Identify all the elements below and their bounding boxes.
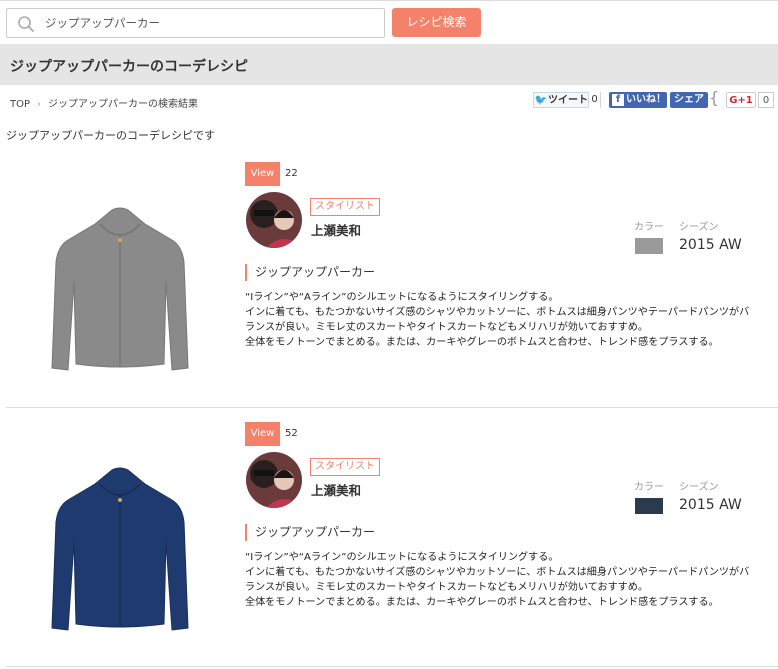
- season-value: 2015 AW: [679, 237, 742, 253]
- search-input[interactable]: [45, 14, 375, 32]
- product-image[interactable]: [40, 442, 200, 632]
- stylist-name[interactable]: 上瀬美和: [311, 220, 361, 239]
- divider: [6, 666, 778, 667]
- recipe-description: “Iライン”や“Aライン”のシルエットになるようにスタイリングする。 インに着て…: [245, 550, 775, 610]
- description-line: 全体をモノトーンでまとめる。または、カーキやグレーのボトムスと合わせ、トレンド感…: [245, 337, 719, 348]
- stylist-badge: スタイリスト: [310, 458, 380, 476]
- stylist-badge: スタイリスト: [310, 198, 380, 216]
- title-band: ジップアップパーカーのコーデレシピ: [0, 44, 778, 85]
- item-title: ジップアップパーカー: [245, 264, 375, 281]
- intro-text: ジップアップパーカーのコーデレシピです: [6, 129, 215, 142]
- facebook-like-button[interactable]: f いいね！: [609, 92, 667, 108]
- tweet-count: 0: [588, 92, 600, 108]
- description-line: 全体をモノトーンでまとめる。または、カーキやグレーのボトムスと合わせ、トレンド感…: [245, 597, 719, 608]
- view-badge: View: [245, 422, 280, 446]
- page-title: ジップアップパーカーのコーデレシピ: [10, 59, 248, 75]
- description-line: ランスが良い。ミモレ丈のスカートやタイトスカートなどもメリハリが効いておすすめ。: [245, 322, 648, 333]
- description-line: ランスが良い。ミモレ丈のスカートやタイトスカートなどもメリハリが効いておすすめ。: [245, 582, 648, 593]
- description-line: “Iライン”や“Aライン”のシルエットになるようにスタイリングする。: [245, 552, 559, 563]
- season-label: シーズン: [679, 482, 719, 493]
- avatar[interactable]: [246, 192, 302, 248]
- google-plus-count: 0: [758, 92, 774, 108]
- item-title: ジップアップパーカー: [245, 524, 375, 541]
- stylist-name[interactable]: 上瀬美和: [311, 480, 361, 499]
- facebook-icon: f: [612, 94, 624, 106]
- recipe-card: View 52 スタイリスト 上瀬美和 カラー シーズン 2015 AW ジップ…: [0, 422, 778, 669]
- twitter-bird-icon: 🐦: [534, 95, 548, 106]
- search-icon: [17, 15, 35, 33]
- description-line: “Iライン”や“Aライン”のシルエットになるようにスタイリングする。: [245, 292, 559, 303]
- facebook-share-button[interactable]: シェア: [670, 92, 708, 108]
- chevron-right-icon: ›: [37, 99, 42, 110]
- product-image[interactable]: [40, 182, 200, 372]
- description-line: インに着ても、もたつかないサイズ感のシャツやカットソーに、ボトムスは細身パンツや…: [245, 307, 750, 318]
- recipe-description: “Iライン”や“Aライン”のシルエットになるようにスタイリングする。 インに着て…: [245, 290, 775, 350]
- breadcrumb: TOP › ジップアップパーカーの検索結果: [10, 95, 198, 110]
- color-swatch: [635, 238, 663, 254]
- description-line: インに着ても、もたつかないサイズ感のシャツやカットソーに、ボトムスは細身パンツや…: [245, 567, 750, 578]
- season-value: 2015 AW: [679, 497, 742, 513]
- divider: [6, 407, 778, 408]
- color-label: カラー: [634, 222, 664, 233]
- breadcrumb-current: ジップアップパーカーの検索結果: [48, 99, 199, 110]
- breadcrumb-home-link[interactable]: TOP: [10, 99, 30, 110]
- color-label: カラー: [634, 482, 664, 493]
- google-plus-button[interactable]: G+1: [726, 92, 756, 108]
- view-count: 52: [285, 428, 298, 439]
- tweet-label: ツイート: [548, 95, 588, 106]
- tweet-button[interactable]: 🐦ツイート 0: [533, 92, 601, 108]
- season-label: シーズン: [679, 222, 719, 233]
- top-border: [0, 0, 778, 1]
- color-swatch: [635, 498, 663, 514]
- avatar[interactable]: [246, 452, 302, 508]
- facebook-like-label: いいね！: [626, 94, 666, 105]
- view-count: 22: [285, 168, 298, 179]
- share-count-bracket-icon: {: [709, 88, 720, 107]
- view-badge: View: [245, 162, 280, 186]
- recipe-card: View 22 スタイリスト 上瀬美和 カラー シーズン 2015 AW ジップ…: [0, 162, 778, 412]
- search-bar: [6, 8, 385, 38]
- search-button[interactable]: レシピ検索: [392, 8, 481, 37]
